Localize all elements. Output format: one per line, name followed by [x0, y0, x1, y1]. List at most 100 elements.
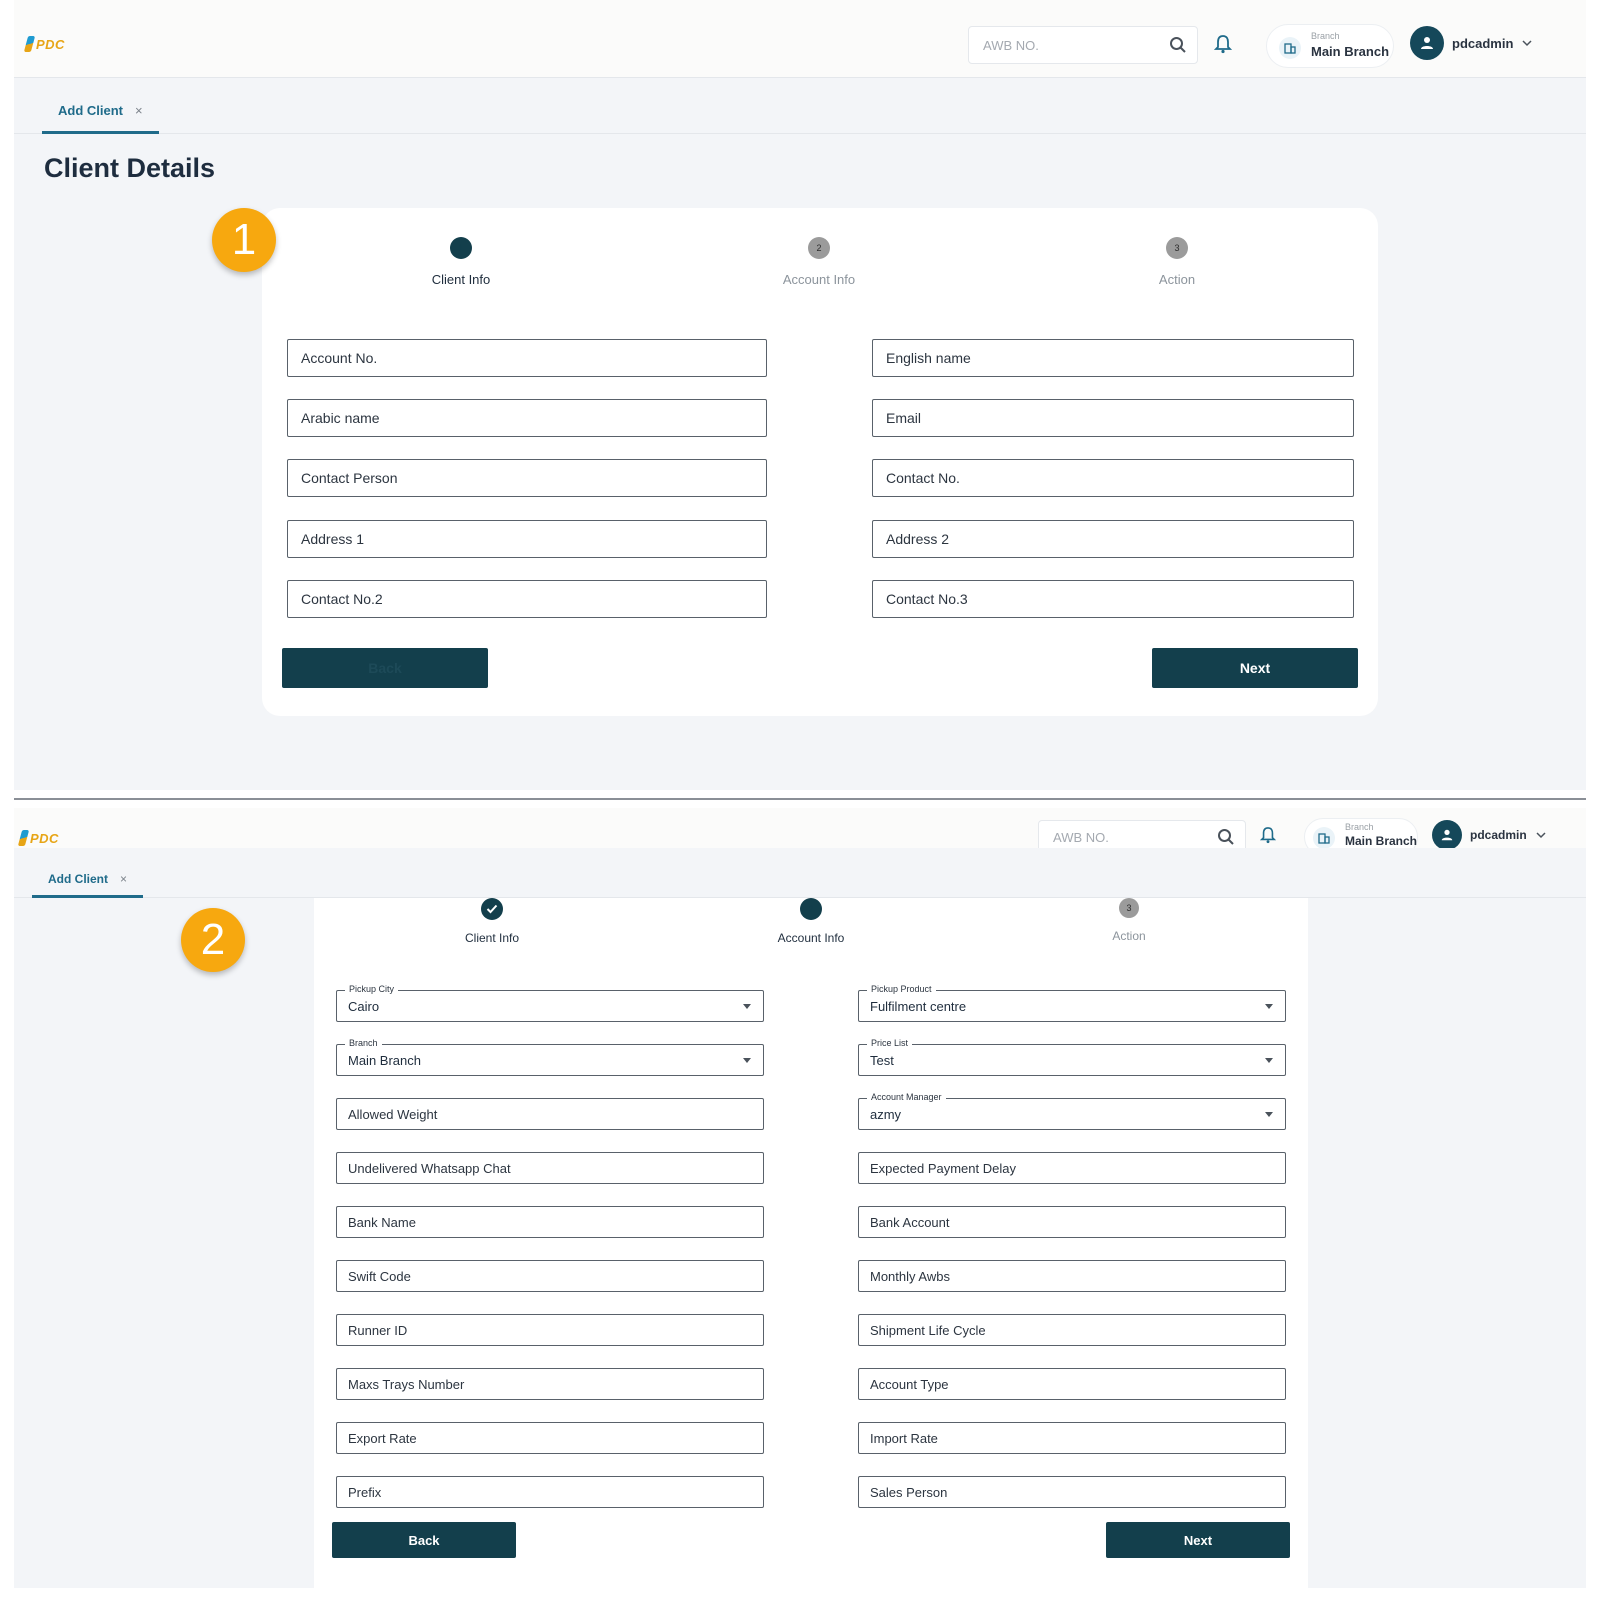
dropdown-arrow-icon[interactable] [1265, 1004, 1273, 1009]
import-rate-input[interactable] [859, 1423, 1285, 1453]
step-client-info[interactable]: Client Info [392, 898, 592, 945]
import-rate-field[interactable] [858, 1422, 1286, 1454]
runner-id-input[interactable] [337, 1315, 763, 1345]
allowed-weight-input[interactable] [337, 1099, 763, 1129]
screenshot-account-info: PDC AWB NO. Branch Main Branch pdcadmin … [14, 808, 1586, 1588]
sales-person-field[interactable] [858, 1476, 1286, 1508]
user-menu[interactable]: pdcadmin [1432, 820, 1547, 850]
tab-add-client[interactable]: Add Client × [42, 90, 159, 134]
search-icon[interactable] [1169, 36, 1187, 54]
branch-selector[interactable]: Branch Main Branch [1266, 24, 1394, 68]
search-icon[interactable] [1217, 828, 1235, 846]
building-icon [1313, 827, 1335, 849]
runner-id-field[interactable] [336, 1314, 764, 1346]
contact-person-input[interactable] [288, 460, 766, 496]
back-button[interactable]: Back [282, 648, 488, 688]
export-rate-field[interactable] [336, 1422, 764, 1454]
screenshot-client-info: PDC AWB NO. Branch Main Branch pdcadmin … [14, 0, 1586, 790]
account-type-field[interactable] [858, 1368, 1286, 1400]
allowed-weight-field[interactable] [336, 1098, 764, 1130]
export-rate-input[interactable] [337, 1423, 763, 1453]
close-icon[interactable]: × [120, 872, 127, 886]
account-type-input[interactable] [859, 1369, 1285, 1399]
bell-icon[interactable] [1260, 826, 1276, 844]
tab-bar: Add Client × [14, 848, 1586, 898]
account-info-card: Client Info 2 Account Info 3 Action Pick… [314, 898, 1308, 1588]
monthly-awbs-field[interactable] [858, 1260, 1286, 1292]
chevron-down-icon[interactable] [1535, 831, 1547, 839]
step-action[interactable]: 3 Action [1029, 898, 1229, 943]
contact-no-field[interactable] [872, 459, 1354, 497]
account-manager-select[interactable]: Account Manager azmy [858, 1092, 1286, 1130]
top-bar: PDC AWB NO. Branch Main Branch pdcadmin [14, 0, 1586, 78]
max-trays-field[interactable] [336, 1368, 764, 1400]
address1-input[interactable] [288, 521, 766, 557]
email-input[interactable] [873, 400, 1353, 436]
awb-search-input[interactable]: AWB NO. [968, 26, 1198, 64]
account-no-input[interactable] [288, 340, 766, 376]
address1-field[interactable] [287, 520, 767, 558]
divider [14, 798, 1586, 800]
dropdown-arrow-icon[interactable] [743, 1004, 751, 1009]
prefix-field[interactable] [336, 1476, 764, 1508]
english-name-input[interactable] [873, 340, 1353, 376]
dropdown-arrow-icon[interactable] [1265, 1112, 1273, 1117]
step-account-info[interactable]: 2 Account Info [711, 898, 911, 945]
user-menu[interactable]: pdcadmin [1410, 26, 1533, 60]
pickup-city-select[interactable]: Pickup City Cairo [336, 984, 764, 1022]
contact-no2-field[interactable] [287, 580, 767, 618]
account-no-field[interactable] [287, 339, 767, 377]
check-icon [486, 904, 498, 914]
contact-no2-input[interactable] [288, 581, 766, 617]
step-account-info[interactable]: 2 Account Info [719, 237, 919, 287]
next-button[interactable]: Next [1152, 648, 1358, 688]
chevron-down-icon[interactable] [1521, 39, 1533, 47]
bank-name-field[interactable] [336, 1206, 764, 1238]
step-action[interactable]: 3 Action [1077, 237, 1277, 287]
step-indicator-pending: 3 [1119, 898, 1139, 918]
contact-no3-input[interactable] [873, 581, 1353, 617]
close-icon[interactable]: × [135, 103, 143, 118]
contact-no-input[interactable] [873, 460, 1353, 496]
english-name-field[interactable] [872, 339, 1354, 377]
user-icon [1421, 37, 1433, 49]
client-info-card: 1 Client Info 2 Account Info 3 Action Ba… [262, 208, 1378, 716]
address2-field[interactable] [872, 520, 1354, 558]
back-button[interactable]: Back [332, 1522, 516, 1558]
next-button[interactable]: Next [1106, 1522, 1290, 1558]
shipment-life-cycle-field[interactable] [858, 1314, 1286, 1346]
pickup-product-select[interactable]: Pickup Product Fulfilment centre [858, 984, 1286, 1022]
bank-account-field[interactable] [858, 1206, 1286, 1238]
monthly-awbs-input[interactable] [859, 1261, 1285, 1291]
bank-name-input[interactable] [337, 1207, 763, 1237]
prefix-input[interactable] [337, 1477, 763, 1507]
expected-payment-delay-input[interactable] [859, 1153, 1285, 1183]
branch-select[interactable]: Branch Main Branch [336, 1038, 764, 1076]
address2-input[interactable] [873, 521, 1353, 557]
max-trays-input[interactable] [337, 1369, 763, 1399]
dropdown-arrow-icon[interactable] [743, 1058, 751, 1063]
price-list-select[interactable]: Price List Test [858, 1038, 1286, 1076]
undelivered-whatsapp-input[interactable] [337, 1153, 763, 1183]
step-callout-badge: 1 [212, 208, 276, 272]
undelivered-whatsapp-field[interactable] [336, 1152, 764, 1184]
bank-account-input[interactable] [859, 1207, 1285, 1237]
contact-no3-field[interactable] [872, 580, 1354, 618]
tab-add-client[interactable]: Add Client × [32, 862, 144, 898]
bell-icon[interactable] [1214, 34, 1232, 54]
shipment-life-cycle-input[interactable] [859, 1315, 1285, 1345]
swift-code-input[interactable] [337, 1261, 763, 1291]
swift-code-field[interactable] [336, 1260, 764, 1292]
contact-person-field[interactable] [287, 459, 767, 497]
expected-payment-delay-field[interactable] [858, 1152, 1286, 1184]
tab-bar: Add Client × [14, 78, 1586, 134]
step-indicator-pending: 2 [808, 237, 830, 259]
email-field[interactable] [872, 399, 1354, 437]
sales-person-input[interactable] [859, 1477, 1285, 1507]
avatar[interactable] [1432, 820, 1462, 850]
dropdown-arrow-icon[interactable] [1265, 1058, 1273, 1063]
arabic-name-input[interactable] [288, 400, 766, 436]
avatar[interactable] [1410, 26, 1444, 60]
step-client-info[interactable]: 1 Client Info [361, 237, 561, 287]
arabic-name-field[interactable] [287, 399, 767, 437]
